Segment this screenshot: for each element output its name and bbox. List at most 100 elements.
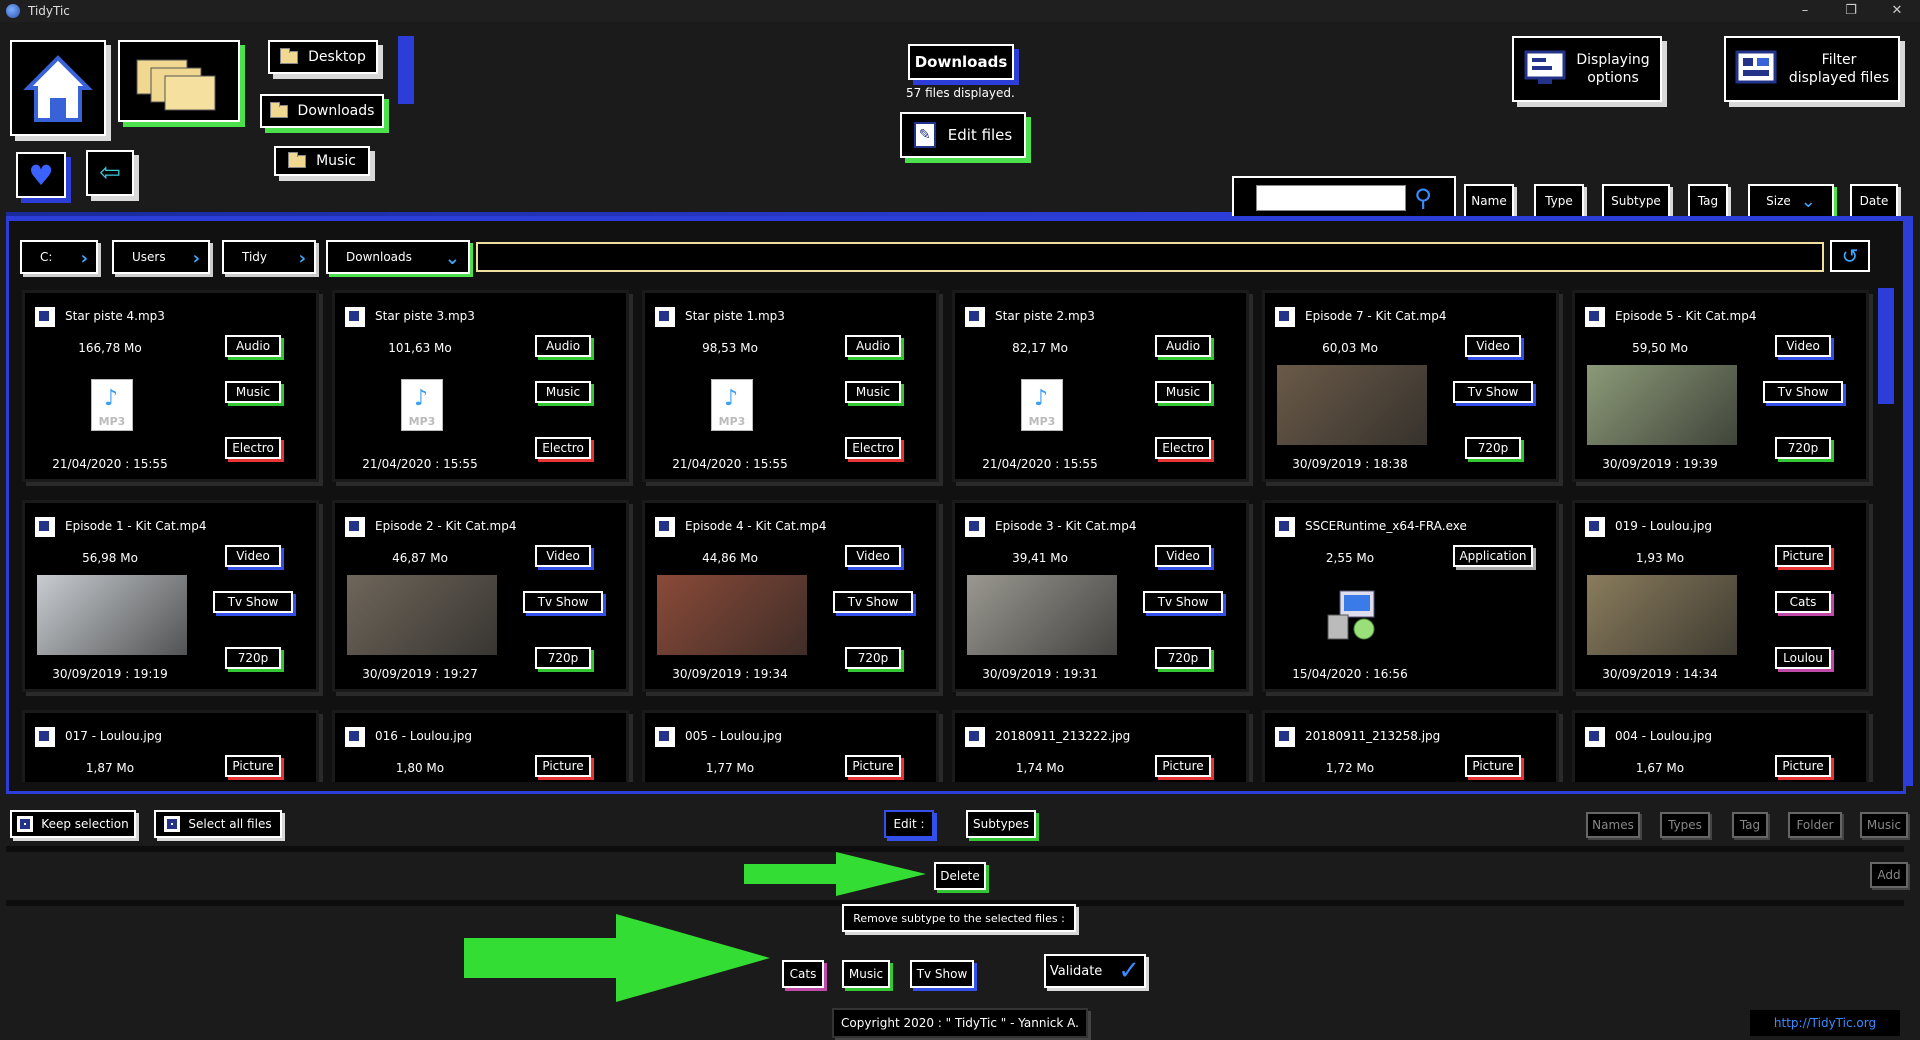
breadcrumb-c[interactable]: C: › bbox=[20, 240, 98, 274]
sort-type-button[interactable]: Type bbox=[1534, 184, 1584, 218]
restore-button[interactable]: ❐ bbox=[1828, 0, 1874, 22]
tool-folder[interactable]: Folder bbox=[1788, 812, 1842, 838]
file-tag[interactable]: 720p bbox=[1155, 647, 1211, 669]
file-card[interactable]: Star piste 1.mp3 98,53 Mo ♪ MP3 21/04/2020 :… bbox=[642, 290, 939, 482]
file-card[interactable]: Episode 5 - Kit Cat.mp4 59,50 Mo 30/09/201… bbox=[1572, 290, 1869, 482]
file-card[interactable]: Star piste 4.mp3 166,78 Mo ♪ MP3 21/04/2020 … bbox=[22, 290, 319, 482]
file-tag[interactable]: Electro bbox=[535, 437, 591, 459]
file-tag[interactable]: Picture bbox=[535, 755, 591, 777]
sort-date-button[interactable]: Date bbox=[1850, 184, 1898, 218]
file-checkbox[interactable] bbox=[655, 517, 675, 537]
file-tag[interactable]: Picture bbox=[1775, 755, 1831, 777]
tool-names[interactable]: Names bbox=[1586, 812, 1640, 838]
file-checkbox[interactable] bbox=[345, 727, 365, 747]
subtype-chip-music[interactable]: Music bbox=[842, 960, 890, 988]
shortcut-music[interactable]: Music bbox=[274, 146, 370, 176]
file-checkbox[interactable] bbox=[965, 727, 985, 747]
close-button[interactable]: ✕ bbox=[1874, 0, 1920, 22]
file-tag[interactable]: Tv Show bbox=[833, 591, 913, 613]
file-tag[interactable]: Audio bbox=[535, 335, 591, 357]
file-checkbox[interactable] bbox=[345, 517, 365, 537]
file-card[interactable]: Star piste 2.mp3 82,17 Mo ♪ MP3 21/04/2020 :… bbox=[952, 290, 1249, 482]
shortcut-downloads[interactable]: Downloads bbox=[260, 94, 384, 128]
file-tag[interactable]: Tv Show bbox=[213, 591, 293, 613]
file-checkbox[interactable] bbox=[35, 727, 55, 747]
file-tag[interactable]: Tv Show bbox=[523, 591, 603, 613]
minimize-button[interactable]: – bbox=[1782, 0, 1828, 22]
search-icon[interactable]: ⚲ bbox=[1414, 184, 1432, 212]
shortcut-desktop[interactable]: Desktop bbox=[268, 40, 378, 74]
subtype-chip-cats[interactable]: Cats bbox=[782, 960, 824, 988]
sort-size-button[interactable]: Size ⌄ bbox=[1748, 184, 1834, 218]
breadcrumb-downloads[interactable]: Downloads ⌄ bbox=[326, 240, 470, 274]
file-tag[interactable]: Loulou bbox=[1775, 647, 1831, 669]
file-tag[interactable]: Tv Show bbox=[1143, 591, 1223, 613]
file-card[interactable]: 20180911_213222.jpg 1,74 Mo Picture bbox=[952, 710, 1249, 782]
file-checkbox[interactable] bbox=[1585, 517, 1605, 537]
keep-selection-button[interactable]: Keep selection bbox=[10, 810, 136, 838]
file-checkbox[interactable] bbox=[655, 307, 675, 327]
file-card[interactable]: 019 - Loulou.jpg 1,93 Mo 30/09/2019 : 14:3… bbox=[1572, 500, 1869, 692]
delete-button[interactable]: Delete bbox=[934, 862, 986, 890]
file-card[interactable]: 005 - Loulou.jpg 1,77 Mo Picture bbox=[642, 710, 939, 782]
file-tag[interactable]: Electro bbox=[1155, 437, 1211, 459]
file-tag[interactable]: Picture bbox=[1155, 755, 1211, 777]
file-tag[interactable]: Audio bbox=[225, 335, 281, 357]
file-card[interactable]: 016 - Loulou.jpg 1,80 Mo Picture bbox=[332, 710, 629, 782]
file-checkbox[interactable] bbox=[35, 517, 55, 537]
file-card[interactable]: SSCERuntime_x64-FRA.exe 2,55 Mo 15/04/2020… bbox=[1262, 500, 1559, 692]
file-tag[interactable]: Music bbox=[225, 381, 281, 403]
website-link[interactable]: http://TidyTic.org bbox=[1750, 1010, 1900, 1036]
file-tag[interactable]: Video bbox=[845, 545, 901, 567]
home-button[interactable] bbox=[10, 40, 106, 136]
file-tag[interactable]: Tv Show bbox=[1763, 381, 1843, 403]
file-tag[interactable]: 720p bbox=[845, 647, 901, 669]
file-tag[interactable]: Music bbox=[535, 381, 591, 403]
file-tag[interactable]: Picture bbox=[845, 755, 901, 777]
file-tag[interactable]: 720p bbox=[535, 647, 591, 669]
file-tag[interactable]: 720p bbox=[1775, 437, 1831, 459]
displaying-options-button[interactable]: Displaying options bbox=[1512, 36, 1662, 102]
file-tag[interactable]: Picture bbox=[1465, 755, 1521, 777]
file-card[interactable]: 004 - Loulou.jpg 1,67 Mo Picture bbox=[1572, 710, 1869, 782]
file-card[interactable]: 20180911_213258.jpg 1,72 Mo Picture bbox=[1262, 710, 1559, 782]
sort-name-button[interactable]: Name bbox=[1464, 184, 1514, 218]
breadcrumb-tidy[interactable]: Tidy › bbox=[222, 240, 316, 274]
file-tag[interactable]: Music bbox=[845, 381, 901, 403]
path-undo-button[interactable]: ↺ bbox=[1830, 240, 1870, 272]
file-tag[interactable]: Tv Show bbox=[1453, 381, 1533, 403]
file-card[interactable]: Episode 7 - Kit Cat.mp4 60,03 Mo 30/09/201… bbox=[1262, 290, 1559, 482]
file-checkbox[interactable] bbox=[1585, 307, 1605, 327]
breadcrumb-users[interactable]: Users › bbox=[112, 240, 210, 274]
sort-subtype-button[interactable]: Subtype bbox=[1602, 184, 1670, 218]
shortcuts-scrollbar[interactable] bbox=[398, 36, 414, 104]
file-checkbox[interactable] bbox=[1275, 517, 1295, 537]
file-tag[interactable]: 720p bbox=[225, 647, 281, 669]
file-tag[interactable]: Video bbox=[1155, 545, 1211, 567]
file-card[interactable]: Episode 4 - Kit Cat.mp4 44,86 Mo 30/09/201… bbox=[642, 500, 939, 692]
file-tag[interactable]: 720p bbox=[1465, 437, 1521, 459]
folders-button[interactable] bbox=[118, 40, 240, 122]
file-tag[interactable]: Picture bbox=[1775, 545, 1831, 567]
path-field[interactable] bbox=[476, 242, 1824, 272]
file-card[interactable]: Episode 2 - Kit Cat.mp4 46,87 Mo 30/09/201… bbox=[332, 500, 629, 692]
file-checkbox[interactable] bbox=[1585, 727, 1605, 747]
file-tag[interactable]: Electro bbox=[845, 437, 901, 459]
favorites-button[interactable]: ♥ bbox=[16, 152, 66, 198]
file-card[interactable]: Episode 1 - Kit Cat.mp4 56,98 Mo 30/09/201… bbox=[22, 500, 319, 692]
file-card[interactable]: 017 - Loulou.jpg 1,87 Mo Picture bbox=[22, 710, 319, 782]
file-card[interactable]: Star piste 3.mp3 101,63 Mo ♪ MP3 21/04/2020 … bbox=[332, 290, 629, 482]
file-tag[interactable]: Video bbox=[225, 545, 281, 567]
tool-types[interactable]: Types bbox=[1660, 812, 1710, 838]
back-button[interactable]: ⇦ bbox=[86, 150, 134, 196]
file-tag[interactable]: Music bbox=[1155, 381, 1211, 403]
file-tag[interactable]: Audio bbox=[845, 335, 901, 357]
file-checkbox[interactable] bbox=[35, 307, 55, 327]
file-tag[interactable]: Video bbox=[535, 545, 591, 567]
file-tag[interactable]: Audio bbox=[1155, 335, 1211, 357]
file-checkbox[interactable] bbox=[1275, 727, 1295, 747]
file-tag[interactable]: Picture bbox=[225, 755, 281, 777]
file-tag[interactable]: Video bbox=[1775, 335, 1831, 357]
tool-tag[interactable]: Tag bbox=[1732, 812, 1768, 838]
search-input[interactable] bbox=[1256, 185, 1407, 211]
